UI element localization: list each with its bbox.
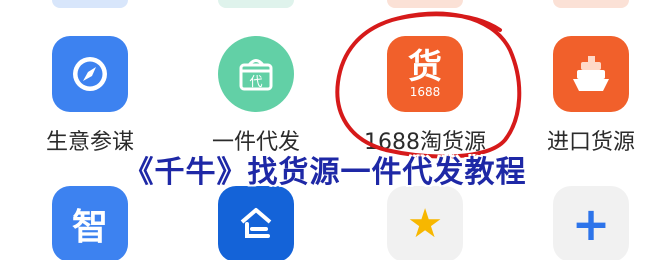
warehouse-icon [240, 208, 272, 238]
app-zhi[interactable]: 智 [52, 186, 128, 260]
star-icon: ★ [407, 201, 443, 247]
zhi-icon: 智 [71, 207, 108, 248]
gift-box-icon: 代 [239, 59, 273, 91]
dropship-glyph: 代 [249, 75, 262, 90]
partial-icon-top-3 [387, 0, 463, 8]
goods-glyph: 货 [408, 47, 442, 87]
app-dropshipping[interactable]: 代 [218, 36, 294, 112]
app-warehouse[interactable] [218, 186, 294, 260]
compass-icon [73, 57, 107, 91]
partial-icon-top-4 [553, 0, 629, 8]
app-1688-sourcing[interactable]: 货 1688 [387, 36, 463, 112]
app-business-advisor[interactable] [52, 36, 128, 112]
partial-icon-top-1 [52, 0, 128, 8]
app-import-sourcing[interactable] [553, 36, 629, 112]
overlay-title: 《千牛》找货源一件代发教程 [123, 155, 527, 190]
app-add[interactable]: + [553, 186, 629, 260]
goods-sub-label: 1688 [409, 85, 441, 99]
plus-icon: + [571, 197, 611, 251]
app-favorites[interactable]: ★ [387, 186, 463, 260]
ship-icon [573, 56, 609, 91]
partial-icon-top-2 [218, 0, 294, 8]
